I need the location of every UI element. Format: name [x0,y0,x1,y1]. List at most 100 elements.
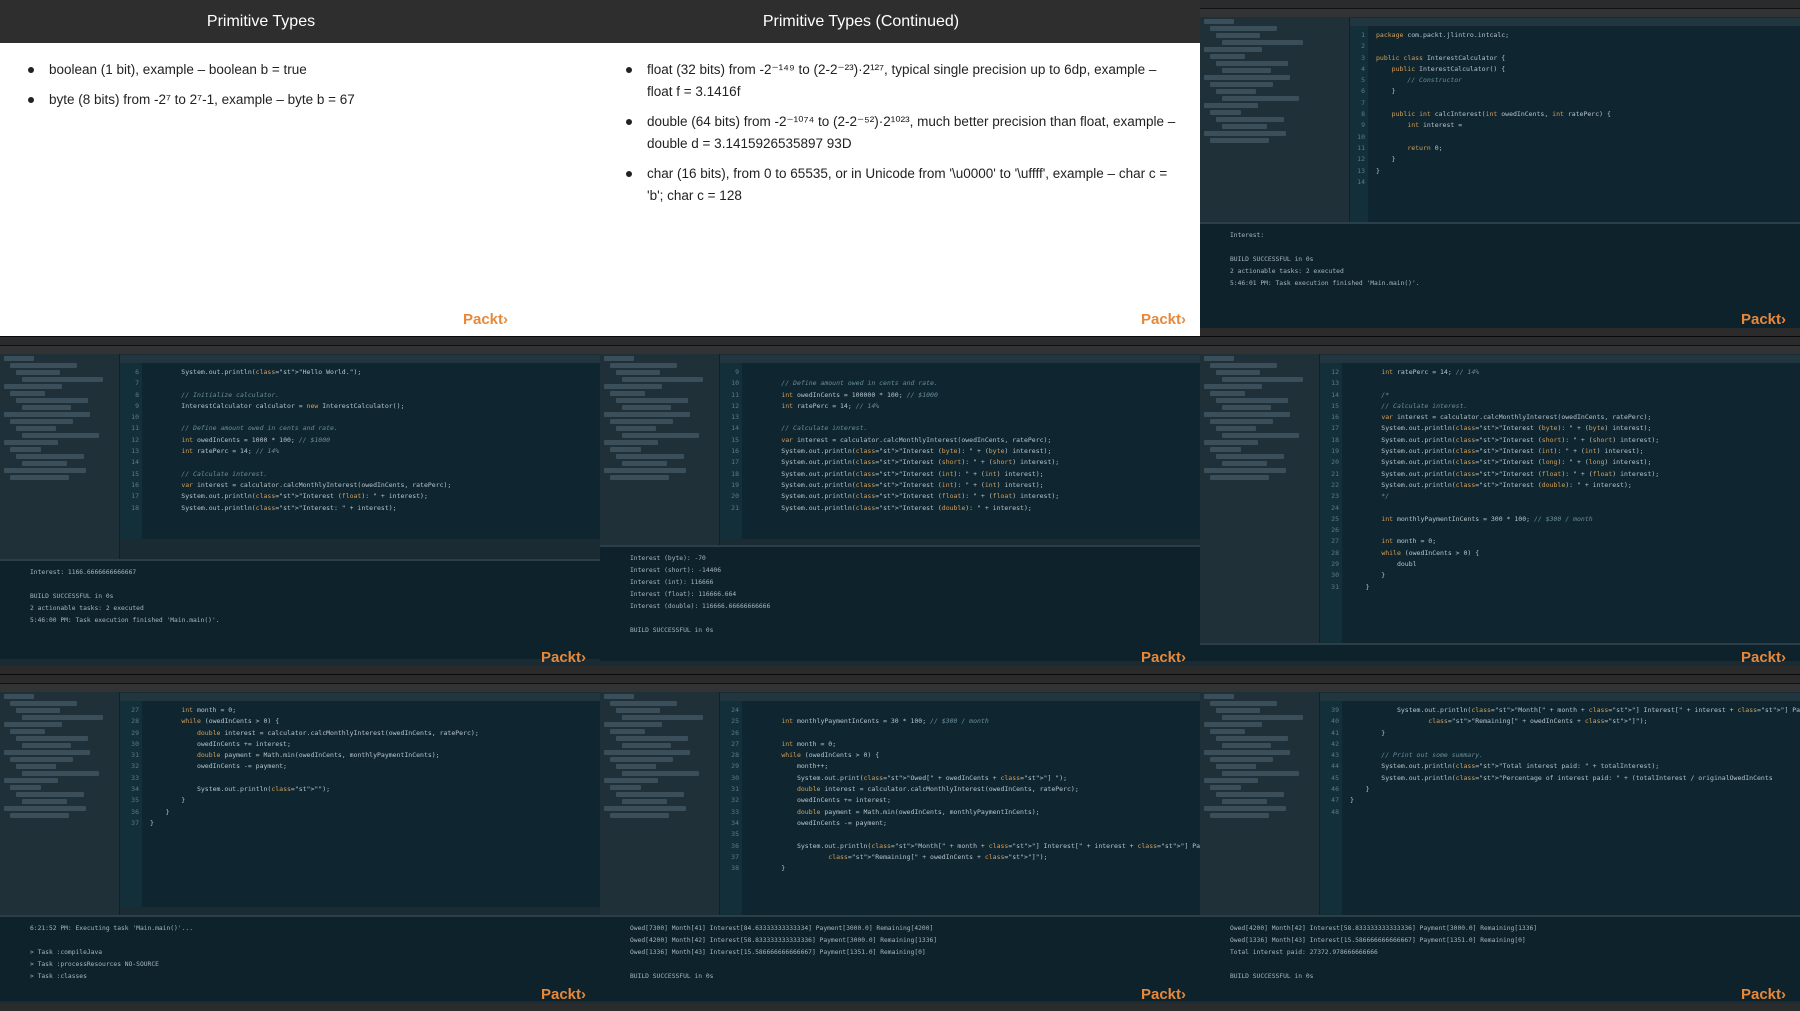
code-line[interactable]: int month = 0; [750,739,1200,750]
code-line[interactable]: // Constructor [1376,75,1611,86]
tree-item[interactable] [10,813,69,818]
code-line[interactable]: double interest = calculator.calcMonthly… [150,728,479,739]
code-line[interactable]: int owedInCents = 100000 * 100; // $1000 [750,390,1059,401]
code-line[interactable]: System.out.println(class="st">"Interest … [1350,446,1659,457]
code-line[interactable] [1350,807,1800,818]
tree-item[interactable] [16,708,60,713]
code-line[interactable]: public int calcInterest(int owedInCents,… [1376,109,1611,120]
tree-item[interactable] [610,813,669,818]
tree-item[interactable] [604,440,658,445]
tree-item[interactable] [1222,377,1303,382]
code-line[interactable]: double payment = Math.min(owedInCents, m… [750,807,1200,818]
code-editor[interactable]: 27 28 29 30 31 32 33 34 35 36 37 int month = 0; wh… [120,693,600,907]
code-line[interactable]: */ [1350,491,1659,502]
tree-item[interactable] [616,736,688,741]
code-line[interactable]: return 0; [1376,143,1611,154]
code-line[interactable]: System.out.println(class="st">"Interest … [1350,423,1659,434]
tree-item[interactable] [604,806,686,811]
code-line[interactable] [150,412,451,423]
code-editor[interactable]: 6 7 8 9 10 11 12 13 14 15 16 17 18 System.out.printl… [120,355,600,539]
code-line[interactable]: int month = 0; [1350,536,1659,547]
run-console[interactable] [1200,643,1800,661]
tree-item[interactable] [1210,785,1241,790]
tree-item[interactable] [1222,743,1271,748]
tree-item[interactable] [10,757,73,762]
tree-item[interactable] [1210,701,1277,706]
tree-item[interactable] [1204,412,1290,417]
code-line[interactable]: System.out.println(class="st">"Month[" +… [1350,705,1800,716]
editor-tabs[interactable] [720,355,1200,363]
code-line[interactable]: } [1350,784,1800,795]
code-line[interactable]: owedInCents += interest; [150,739,479,750]
tree-item[interactable] [622,377,703,382]
code-line[interactable]: /* [1350,390,1659,401]
code-line[interactable]: while (owedInCents > 0) { [1350,548,1659,559]
code-line[interactable]: // Print out some summary. [1350,750,1800,761]
code-line[interactable]: System.out.println(class="st">"Interest … [750,503,1059,514]
code-line[interactable] [1376,41,1611,52]
code-line[interactable] [150,378,451,389]
tree-item[interactable] [622,743,671,748]
code-line[interactable]: int monthlyPaymentInCents = 30 * 100; //… [750,716,1200,727]
code-line[interactable]: int owedInCents = 1000 * 100; // $1000 [150,435,451,446]
code-line[interactable]: } [150,807,479,818]
tree-item[interactable] [1216,764,1256,769]
tree-item[interactable] [610,363,677,368]
code-line[interactable] [750,829,1200,840]
code-line[interactable]: InterestCalculator calculator = new Inte… [150,401,451,412]
code-line[interactable]: owedInCents -= payment; [150,761,479,772]
code-line[interactable]: System.out.println(class="st">"Interest … [750,446,1059,457]
tree-item[interactable] [16,454,84,459]
code-line[interactable] [150,457,451,468]
tree-item[interactable] [22,771,99,776]
tree-item[interactable] [1216,708,1260,713]
code-line[interactable]: } [1376,166,1611,177]
editor-tabs[interactable] [1320,693,1800,701]
code-line[interactable]: // Define amount owed in cents and rate. [750,378,1059,389]
tree-item[interactable] [622,405,671,410]
tree-item[interactable] [1204,806,1286,811]
code-line[interactable] [1350,739,1800,750]
tree-item[interactable] [1210,475,1269,480]
tree-item[interactable] [1222,68,1271,73]
code-line[interactable] [1350,525,1659,536]
tree-item[interactable] [610,729,645,734]
tree-item[interactable] [610,475,669,480]
tree-item[interactable] [616,426,656,431]
tree-item[interactable] [4,750,90,755]
tree-item[interactable] [16,736,88,741]
tree-item[interactable] [1210,26,1277,31]
tree-item[interactable] [10,391,45,396]
project-tree-panel[interactable] [0,692,120,915]
tree-item[interactable] [4,356,34,361]
tree-item[interactable] [1210,54,1245,59]
code-line[interactable] [150,773,479,784]
tree-item[interactable] [1204,722,1262,727]
ide-toolbar[interactable] [1200,9,1800,17]
tree-item[interactable] [1210,813,1269,818]
code-line[interactable]: System.out.println(class="st">"Total int… [1350,761,1800,772]
code-line[interactable]: // Calculate interest. [750,423,1059,434]
tree-item[interactable] [1216,792,1284,797]
code-line[interactable]: System.out.println(class="st">"Interest … [150,491,451,502]
tree-item[interactable] [1216,370,1260,375]
code-line[interactable]: // Calculate interest. [1350,401,1659,412]
editor-tabs[interactable] [120,693,600,701]
tree-item[interactable] [1204,384,1262,389]
tree-item[interactable] [10,701,77,706]
tree-item[interactable] [16,426,56,431]
tree-item[interactable] [22,743,71,748]
ide-menubar[interactable] [0,675,600,684]
code-line[interactable]: } [1376,86,1611,97]
code-line[interactable]: int ratePerc = 14; // 14% [150,446,451,457]
tree-item[interactable] [610,419,673,424]
tree-item[interactable] [622,433,699,438]
code-line[interactable]: System.out.println(class="st">""); [150,784,479,795]
code-line[interactable]: System.out.println(class="st">"Month[" +… [750,841,1200,852]
ide-menubar[interactable] [1200,0,1800,9]
tree-item[interactable] [616,370,660,375]
code-line[interactable] [750,728,1200,739]
code-line[interactable]: System.out.println(class="st">"Interest … [750,457,1059,468]
tree-item[interactable] [1216,454,1284,459]
tree-item[interactable] [1216,33,1260,38]
